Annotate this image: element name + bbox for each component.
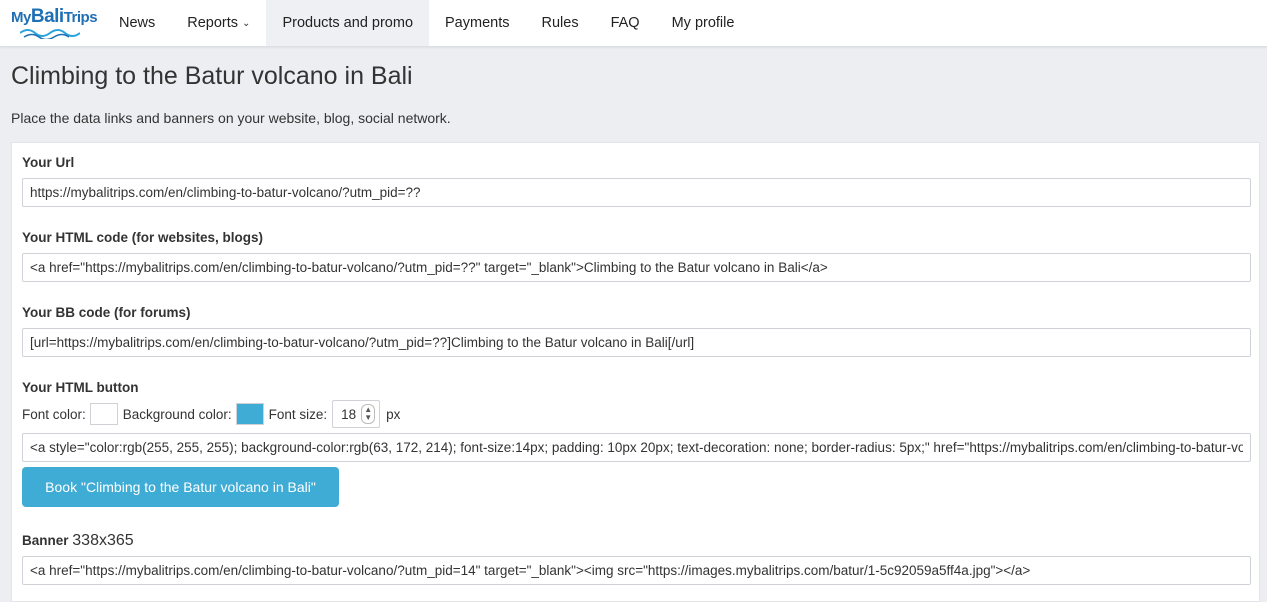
nav-reports[interactable]: Reports ⌄	[171, 0, 266, 46]
nav-news[interactable]: News	[103, 0, 171, 46]
banner-code-input[interactable]	[22, 556, 1251, 585]
banner-size: 338x365	[72, 532, 134, 549]
nav-products-and-promo[interactable]: Products and promo	[266, 0, 430, 46]
bb-code-label: Your BB code (for forums)	[22, 305, 191, 320]
banner-label: Banner 338x365	[22, 532, 134, 549]
nav-rules[interactable]: Rules	[526, 0, 595, 46]
font-size-label: Font size:	[268, 406, 328, 422]
url-input[interactable]	[22, 178, 1251, 207]
background-color-label: Background color:	[122, 406, 232, 422]
font-color-picker[interactable]	[89, 403, 118, 425]
button-options: Font color: Background color: Font size:…	[22, 400, 400, 428]
logo-text: MyBaliTrips	[11, 6, 98, 27]
bb-code-input[interactable]	[22, 328, 1251, 357]
font-size-unit: px	[386, 406, 401, 422]
spinner-arrows-icon[interactable]: ▲ ▼	[361, 404, 376, 424]
nav-payments[interactable]: Payments	[429, 0, 525, 46]
font-size-value: 18	[341, 406, 357, 422]
top-navbar: MyBaliTrips News Reports ⌄ Products and p…	[0, 0, 1267, 47]
html-code-input[interactable]	[22, 253, 1251, 282]
html-code-label: Your HTML code (for websites, blogs)	[22, 230, 264, 245]
page-subtitle: Place the data links and banners on your…	[11, 110, 451, 126]
font-size-stepper[interactable]: 18 ▲ ▼	[332, 400, 381, 428]
html-button-label: Your HTML button	[22, 380, 139, 395]
nav-faq[interactable]: FAQ	[595, 0, 656, 46]
logo[interactable]: MyBaliTrips	[0, 0, 103, 46]
promo-panel: Your Url Your HTML code (for websites, b…	[11, 142, 1260, 602]
font-color-label: Font color:	[22, 406, 86, 422]
background-color-picker[interactable]	[235, 403, 264, 425]
page-title: Climbing to the Batur volcano in Bali	[11, 62, 413, 90]
wave-icon	[20, 29, 80, 39]
nav-my-profile[interactable]: My profile	[656, 0, 751, 46]
chevron-down-icon: ⌄	[242, 17, 251, 29]
button-code-input[interactable]	[22, 433, 1251, 462]
url-label: Your Url	[22, 155, 75, 170]
book-preview-button[interactable]: Book "Climbing to the Batur volcano in B…	[22, 467, 339, 507]
